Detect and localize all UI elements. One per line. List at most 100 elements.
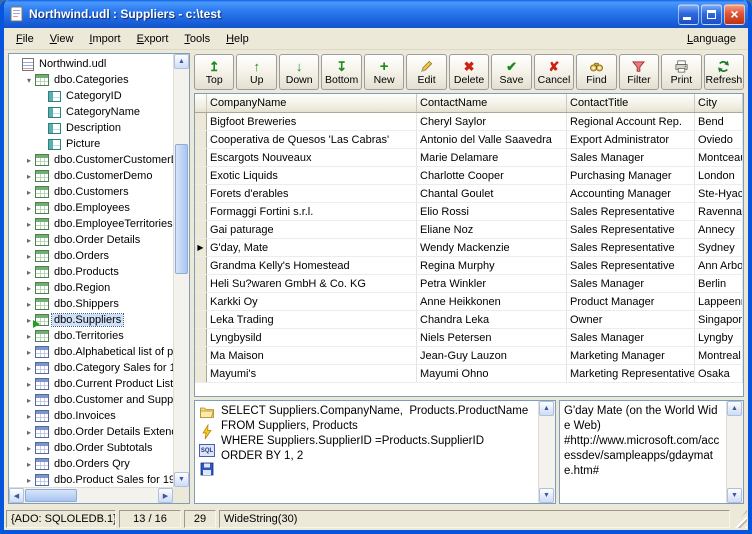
cell[interactable]: Grandma Kelly's Homestead (207, 257, 417, 274)
sql-query-text[interactable]: SELECT Suppliers.CompanyName, Products.P… (219, 401, 538, 503)
bottom-button[interactable]: ↧ Bottom (321, 54, 361, 90)
cell[interactable]: Regina Murphy (417, 257, 567, 274)
scroll-down-icon[interactable]: ▼ (174, 472, 189, 487)
cell[interactable]: Jean-Guy Lauzon (417, 347, 567, 364)
cell[interactable]: Marie Delamare (417, 149, 567, 166)
expand-icon[interactable]: ▸ (24, 444, 34, 453)
cell[interactable]: Oviedo (695, 131, 743, 148)
menu-view[interactable]: View (42, 30, 82, 48)
expand-icon[interactable]: ▸ (24, 348, 34, 357)
cell[interactable]: Exotic Liquids (207, 167, 417, 184)
menu-import[interactable]: Import (81, 30, 128, 48)
minimize-button[interactable] (678, 4, 699, 25)
expand-icon[interactable]: ▸ (24, 252, 34, 261)
tree-item-dbo-orders[interactable]: ▸dbo.Orders (9, 248, 173, 264)
cell[interactable]: Anne Heikkonen (417, 293, 567, 310)
tree-item-dbo-suppliers[interactable]: ▸dbo.Suppliers (9, 312, 173, 328)
expand-icon[interactable]: ▸ (24, 300, 34, 309)
cell[interactable]: Annecy (695, 221, 743, 238)
tree-item-dbo-shippers[interactable]: ▸dbo.Shippers (9, 296, 173, 312)
open-query-icon[interactable] (199, 404, 215, 420)
tree-item-dbo-order-subtotals[interactable]: ▸dbo.Order Subtotals (9, 440, 173, 456)
cell[interactable]: Lyngbysild (207, 329, 417, 346)
expand-icon[interactable]: ▸ (24, 428, 34, 437)
tree-scrollbar-thumb[interactable] (175, 144, 188, 274)
cell[interactable]: Export Administrator (567, 131, 695, 148)
cell[interactable]: Sales Representative (567, 239, 695, 256)
cell[interactable]: Berlin (695, 275, 743, 292)
cell[interactable]: Singapore (695, 311, 743, 328)
cell[interactable]: Ann Arbor (695, 257, 743, 274)
cell[interactable]: Sales Manager (567, 149, 695, 166)
cell[interactable]: Sales Manager (567, 275, 695, 292)
expand-icon[interactable]: ▸ (24, 332, 34, 341)
cell[interactable]: Ma Maison (207, 347, 417, 364)
table-row[interactable]: ▶G'day, MateWendy MackenzieSales Represe… (195, 239, 743, 257)
menu-help[interactable]: Help (218, 30, 257, 48)
execute-query-icon[interactable] (199, 424, 215, 440)
cell[interactable]: Lappeenranta (695, 293, 743, 310)
cell[interactable]: Sales Manager (567, 329, 695, 346)
cell[interactable]: Purchasing Manager (567, 167, 695, 184)
cell[interactable]: Marketing Manager (567, 347, 695, 364)
cell[interactable]: Forets d'erables (207, 185, 417, 202)
column-header-city[interactable]: City (695, 94, 743, 112)
table-row[interactable]: Heli Su?waren GmbH & Co. KGPetra Winkler… (195, 275, 743, 293)
memo-field-text[interactable]: G'day Mate (on the World Wide Web) #http… (560, 401, 726, 503)
collapse-icon[interactable]: ▾ (24, 76, 34, 85)
tree-item-dbo-products[interactable]: ▸dbo.Products (9, 264, 173, 280)
scroll-up-icon[interactable]: ▲ (727, 401, 742, 416)
table-row[interactable]: Ma MaisonJean-Guy LauzonMarketing Manage… (195, 347, 743, 365)
cell[interactable]: Mayumi's (207, 365, 417, 382)
expand-icon[interactable]: ▸ (24, 220, 34, 229)
filter-button[interactable]: Filter (619, 54, 659, 90)
table-row[interactable]: Exotic LiquidsCharlotte CooperPurchasing… (195, 167, 743, 185)
tree-item-picture[interactable]: Picture (9, 136, 173, 152)
cell[interactable]: Sydney (695, 239, 743, 256)
table-row[interactable]: Escargots NouveauxMarie DelamareSales Ma… (195, 149, 743, 167)
cell[interactable]: Cooperativa de Quesos 'Las Cabras' (207, 131, 417, 148)
tree-vertical-scrollbar[interactable]: ▲ ▼ (173, 54, 189, 487)
sql-scrollbar[interactable]: ▲ ▼ (538, 401, 555, 503)
cell[interactable]: Montceau (695, 149, 743, 166)
column-header-companyname[interactable]: CompanyName (207, 94, 417, 112)
cell[interactable]: Eliane Noz (417, 221, 567, 238)
new-button[interactable]: + New (364, 54, 404, 90)
expand-icon[interactable]: ▸ (24, 204, 34, 213)
expand-icon[interactable]: ▸ (24, 380, 34, 389)
cell[interactable]: Heli Su?waren GmbH & Co. KG (207, 275, 417, 292)
cell[interactable]: Leka Trading (207, 311, 417, 328)
expand-icon[interactable]: ▸ (24, 172, 34, 181)
expand-icon[interactable]: ▸ (24, 412, 34, 421)
tree-item-dbo-employees[interactable]: ▸dbo.Employees (9, 200, 173, 216)
scroll-left-icon[interactable]: ◀ (9, 488, 24, 503)
cell[interactable]: Accounting Manager (567, 185, 695, 202)
expand-icon[interactable]: ▸ (24, 364, 34, 373)
cell[interactable]: Elio Rossi (417, 203, 567, 220)
sql-icon[interactable]: SQL (199, 444, 215, 457)
cell[interactable]: Petra Winkler (417, 275, 567, 292)
table-row[interactable]: Cooperativa de Quesos 'Las Cabras'Antoni… (195, 131, 743, 149)
cell[interactable]: London (695, 167, 743, 184)
expand-icon[interactable]: ▸ (24, 156, 34, 165)
down-button[interactable]: ↓ Down (279, 54, 319, 90)
top-button[interactable]: ↥ Top (194, 54, 234, 90)
cell[interactable]: Ste-Hyacinthe (695, 185, 743, 202)
cell[interactable]: Osaka (695, 365, 743, 382)
expand-icon[interactable]: ▸ (24, 284, 34, 293)
column-header-contactname[interactable]: ContactName (417, 94, 567, 112)
tree-item-dbo-category-sales-for-1997[interactable]: ▸dbo.Category Sales for 1997 (9, 360, 173, 376)
scroll-up-icon[interactable]: ▲ (539, 401, 554, 416)
tree-item-dbo-region[interactable]: ▸dbo.Region (9, 280, 173, 296)
tree-item-dbo-employeeterritories[interactable]: ▸dbo.EmployeeTerritories (9, 216, 173, 232)
cell[interactable]: Marketing Representative (567, 365, 695, 382)
cancel-button[interactable]: ✘ Cancel (534, 54, 574, 90)
tree-item-dbo-orders-qry[interactable]: ▸dbo.Orders Qry (9, 456, 173, 472)
tree-item-dbo-customerdemo[interactable]: ▸dbo.CustomerDemo (9, 168, 173, 184)
title-bar[interactable]: Northwind.udl : Suppliers - c:\test × (4, 0, 748, 28)
column-header-contacttitle[interactable]: ContactTitle (567, 94, 695, 112)
cell[interactable]: Owner (567, 311, 695, 328)
expand-icon[interactable]: ▸ (24, 476, 34, 485)
tree-item-dbo-customers[interactable]: ▸dbo.Customers (9, 184, 173, 200)
find-button[interactable]: Find (576, 54, 616, 90)
